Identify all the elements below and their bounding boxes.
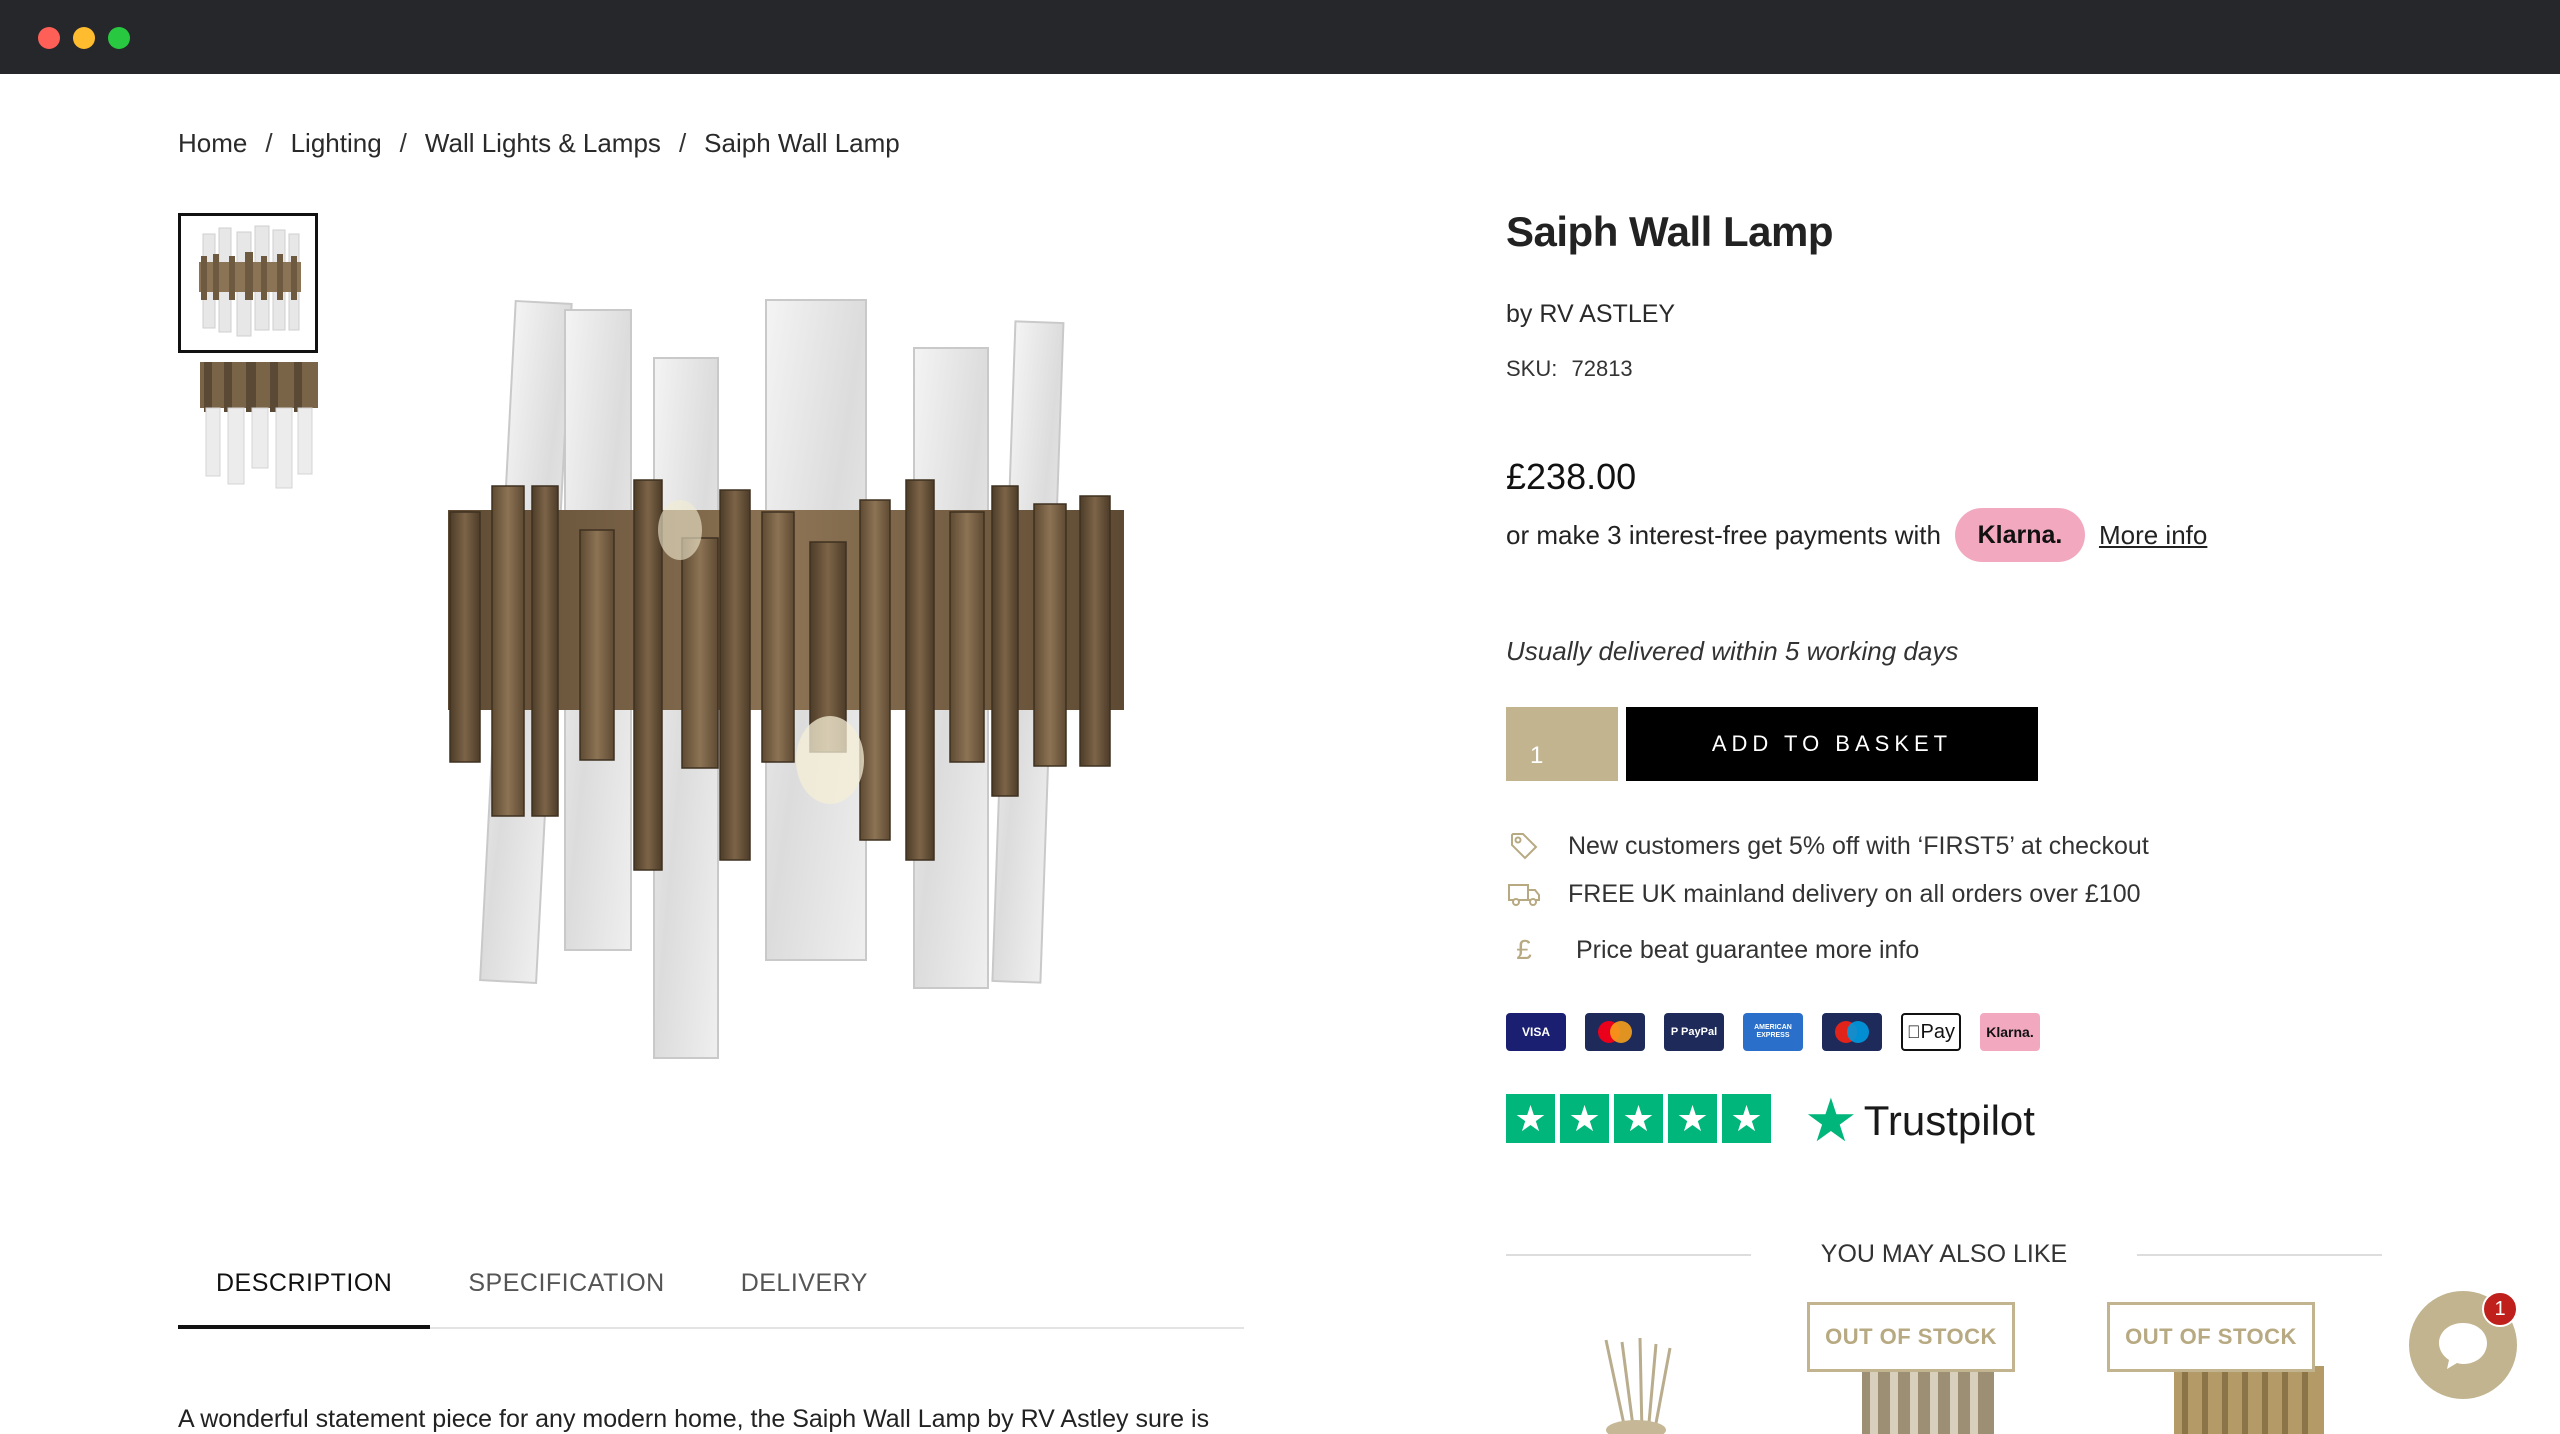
klarna-icon: Klarna. bbox=[1980, 1013, 2040, 1051]
product-thumbnail-2[interactable] bbox=[178, 362, 318, 490]
close-window-button[interactable] bbox=[38, 27, 60, 49]
klarna-text: or make 3 interest-free payments with bbox=[1506, 519, 1941, 550]
maximize-window-button[interactable] bbox=[108, 27, 130, 49]
star-icon: ★ bbox=[1668, 1094, 1717, 1143]
breadcrumb-lighting[interactable]: Lighting bbox=[291, 128, 382, 159]
applepay-label: Pay bbox=[1913, 1020, 1955, 1043]
chat-bubble-icon bbox=[2439, 1323, 2487, 1369]
out-of-stock-badge: OUT OF STOCK bbox=[1807, 1302, 2015, 1372]
tag-icon bbox=[1506, 830, 1542, 862]
sku-value: 72813 bbox=[1571, 356, 1633, 381]
product-thumbnail-1[interactable] bbox=[178, 213, 318, 353]
perk-discount-text: New customers get 5% off with ‘FIRST5’ a… bbox=[1568, 831, 2149, 860]
tab-description[interactable]: DESCRIPTION bbox=[178, 1255, 431, 1329]
divider bbox=[2137, 1253, 2382, 1256]
mastercard-icon bbox=[1585, 1013, 1645, 1051]
tab-specification[interactable]: SPECIFICATION bbox=[430, 1255, 702, 1329]
recommended-product-1[interactable] bbox=[1506, 1300, 1746, 1434]
breadcrumb-separator: / bbox=[399, 128, 407, 158]
minimize-window-button[interactable] bbox=[73, 27, 95, 49]
paypal-icon: P PayPal bbox=[1664, 1013, 1724, 1051]
product-brand[interactable]: by RV ASTLEY bbox=[1506, 300, 1675, 329]
pound-icon: £ bbox=[1516, 934, 1532, 965]
breadcrumb-home[interactable]: Home bbox=[178, 128, 247, 159]
star-icon: ★ bbox=[1614, 1094, 1663, 1143]
product-main-image bbox=[420, 280, 1160, 1060]
quantity-input[interactable] bbox=[1506, 707, 1618, 781]
also-like-heading: YOU MAY ALSO LIKE bbox=[1506, 1240, 2382, 1269]
perk-price-beat-text[interactable]: Price beat guarantee more info bbox=[1576, 936, 1919, 965]
star-icon: ★ bbox=[1506, 1094, 1555, 1143]
product-tabs: DESCRIPTION SPECIFICATION DELIVERY bbox=[178, 1255, 1244, 1329]
truck-icon bbox=[1506, 878, 1542, 910]
breadcrumb-wall-lights[interactable]: Wall Lights & Lamps bbox=[425, 128, 661, 159]
trustpilot-star-icon: ★ bbox=[1804, 1087, 1858, 1154]
perk-free-delivery: FREE UK mainland delivery on all orders … bbox=[1506, 878, 2141, 910]
divider bbox=[1506, 1253, 1751, 1256]
sku-label: SKU: bbox=[1506, 356, 1558, 381]
window-titlebar bbox=[0, 0, 2560, 74]
applepay-icon: Pay bbox=[1901, 1013, 1961, 1051]
tab-delivery[interactable]: DELIVERY bbox=[703, 1255, 906, 1329]
breadcrumb-separator: / bbox=[265, 128, 273, 158]
visa-icon: VISA bbox=[1506, 1013, 1566, 1051]
perk-price-beat[interactable]: £ Price beat guarantee more info bbox=[1506, 934, 1919, 966]
product-sku: SKU: 72813 bbox=[1506, 356, 1633, 382]
star-icon: ★ bbox=[1560, 1094, 1609, 1143]
product-price: £238.00 bbox=[1506, 456, 1637, 497]
trustpilot-rating: ★ ★ ★ ★ ★ bbox=[1506, 1094, 1771, 1143]
perk-discount: New customers get 5% off with ‘FIRST5’ a… bbox=[1506, 830, 2149, 862]
star-icon: ★ bbox=[1722, 1094, 1771, 1143]
out-of-stock-badge: OUT OF STOCK bbox=[2107, 1302, 2315, 1372]
klarna-logo: Klarna. bbox=[1954, 508, 2085, 562]
breadcrumb-current: Saiph Wall Lamp bbox=[704, 128, 900, 158]
breadcrumb: Home / Lighting / Wall Lights & Lamps / … bbox=[178, 128, 900, 159]
trustpilot-label: Trustpilot bbox=[1863, 1097, 2035, 1144]
trustpilot-logo[interactable]: ★ Trustpilot bbox=[1804, 1086, 2035, 1156]
klarna-offer: or make 3 interest-free payments with Kl… bbox=[1506, 508, 2207, 562]
product-title: Saiph Wall Lamp bbox=[1506, 208, 1833, 255]
product-description: A wonderful statement piece for any mode… bbox=[178, 1405, 1210, 1433]
breadcrumb-separator: / bbox=[678, 128, 687, 158]
add-to-basket-button[interactable]: ADD TO BASKET bbox=[1626, 707, 2038, 781]
klarna-more-info-link[interactable]: More info bbox=[2099, 520, 2207, 551]
chat-unread-badge: 1 bbox=[2482, 1291, 2518, 1327]
also-like-title: YOU MAY ALSO LIKE bbox=[1820, 1240, 2068, 1268]
perk-delivery-text: FREE UK mainland delivery on all orders … bbox=[1568, 879, 2141, 908]
delivery-note: Usually delivered within 5 working days bbox=[1506, 636, 1959, 666]
payment-methods: VISA P PayPal AMERICAN EXPRESS Pay Klar… bbox=[1506, 1013, 2040, 1051]
maestro-icon bbox=[1822, 1013, 1882, 1051]
amex-icon: AMERICAN EXPRESS bbox=[1743, 1013, 1803, 1051]
